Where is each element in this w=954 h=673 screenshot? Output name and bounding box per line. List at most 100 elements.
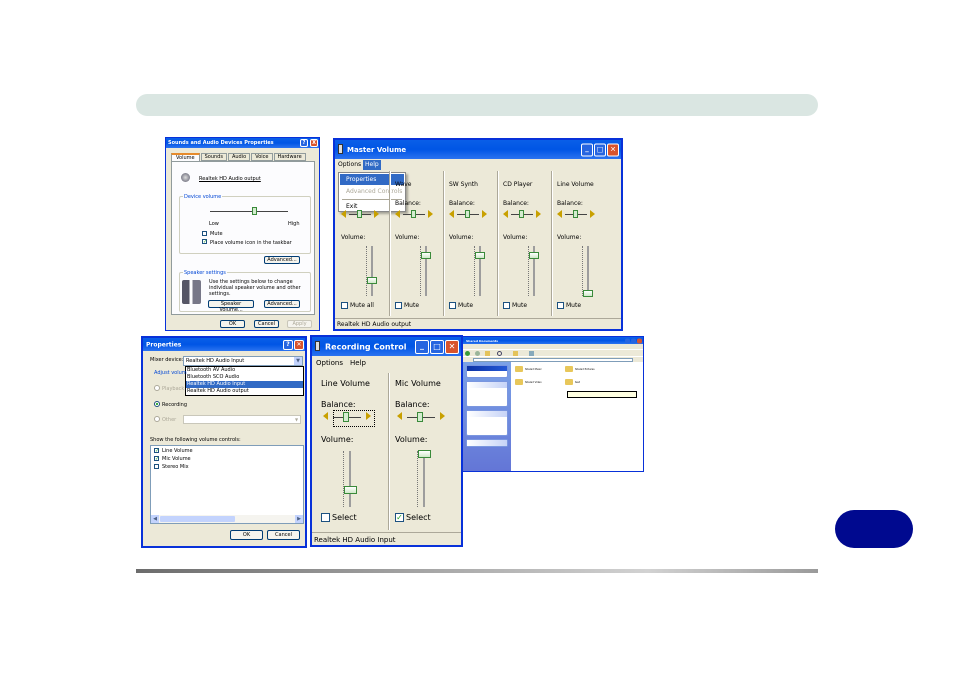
menu-options[interactable]: Options — [338, 159, 361, 171]
chevron-down-icon[interactable]: ▼ — [294, 357, 302, 365]
folder-shared-video[interactable]: Shared Video — [525, 381, 542, 384]
cancel-button[interactable]: Cancel — [267, 530, 300, 540]
volume-thumb[interactable] — [475, 252, 485, 259]
balance-thumb[interactable] — [411, 210, 416, 218]
tab-voice[interactable]: Voice — [251, 153, 273, 161]
folder-icon[interactable] — [565, 366, 573, 372]
volume-track[interactable] — [371, 246, 373, 296]
apply-button[interactable]: Apply — [287, 320, 312, 328]
option-realtek-output[interactable]: Realtek HD Audio output — [186, 388, 303, 395]
menu-help[interactable]: Help — [363, 160, 381, 170]
mute-checkbox[interactable] — [557, 302, 564, 309]
other-device-select[interactable]: ▼ — [183, 415, 301, 424]
speaker-left-icon — [397, 412, 402, 420]
help-button[interactable]: ? — [283, 339, 293, 350]
close-button[interactable]: ✕ — [607, 143, 619, 156]
horizontal-scrollbar[interactable]: ◀ ▶ — [151, 515, 303, 523]
maximize-button[interactable]: □ — [430, 339, 444, 354]
folder-test[interactable]: test — [575, 381, 580, 384]
minimize-button[interactable]: _ — [581, 143, 593, 156]
balance-thumb[interactable] — [357, 210, 362, 218]
tab-audio[interactable]: Audio — [227, 153, 251, 161]
cancel-button[interactable]: Cancel — [254, 320, 279, 328]
option-realtek-input[interactable]: Realtek HD Audio Input — [186, 381, 303, 388]
maximize-button[interactable]: □ — [594, 143, 606, 156]
panel-shared-docs — [466, 365, 508, 378]
menu-options[interactable]: Options — [316, 356, 343, 370]
speaker-volume-button[interactable]: Speaker Volume... — [208, 300, 254, 313]
control-checkbox[interactable] — [154, 464, 159, 469]
select-checkbox[interactable] — [321, 513, 330, 522]
balance-thumb[interactable] — [519, 210, 524, 218]
device-volume-thumb[interactable] — [252, 207, 257, 215]
playback-radio[interactable] — [154, 385, 160, 391]
volume-thumb[interactable] — [529, 252, 539, 259]
volume-label: Volume: — [341, 234, 366, 241]
other-radio[interactable] — [154, 416, 160, 422]
mute-checkbox[interactable] — [503, 302, 510, 309]
control-label: Mic Volume — [162, 456, 191, 462]
volume-track[interactable] — [349, 451, 351, 507]
balance-thumb[interactable] — [465, 210, 470, 218]
scroll-left-icon[interactable]: ◀ — [151, 515, 159, 523]
minimize-button[interactable] — [625, 338, 630, 343]
balance-thumb[interactable] — [573, 210, 578, 218]
select-label: Select — [332, 513, 357, 522]
status-text: Realtek HD Audio Input — [314, 536, 396, 544]
menu-separator — [342, 199, 402, 200]
folder-shared-pictures[interactable]: Shared Pictures — [575, 368, 595, 371]
maximize-button[interactable] — [631, 338, 636, 343]
volume-track[interactable] — [423, 451, 425, 507]
option-bluetooth-av[interactable]: Bluetooth AV Audio — [186, 367, 303, 374]
help-button[interactable]: ? — [300, 139, 308, 147]
volume-track[interactable] — [587, 246, 589, 296]
volume-label: Volume: — [449, 234, 474, 241]
folder-icon[interactable] — [515, 379, 523, 385]
info-tooltip — [567, 391, 637, 398]
tab-sounds[interactable]: Sounds — [200, 153, 227, 161]
speaker-settings-text: Use the settings below to change individ… — [209, 279, 301, 297]
volume-thumb[interactable] — [367, 277, 377, 284]
volume-thumb[interactable] — [344, 486, 357, 495]
ok-button[interactable]: OK — [220, 320, 245, 328]
other-label: Other — [162, 417, 177, 423]
select-checkbox[interactable]: ✓ — [395, 513, 404, 522]
speaker-settings-label: Speaker settings — [183, 270, 227, 276]
scroll-thumb[interactable] — [160, 516, 235, 522]
recording-radio[interactable] — [154, 401, 160, 407]
speaker-advanced-button[interactable]: Advanced... — [264, 300, 300, 308]
control-checkbox[interactable]: ✓ — [154, 448, 159, 454]
mute-checkbox[interactable] — [202, 231, 207, 236]
ok-button[interactable]: OK — [230, 530, 263, 540]
minimize-button[interactable]: _ — [415, 339, 429, 354]
place-icon-checkbox[interactable]: ✓ — [202, 239, 207, 245]
mixer-device-select[interactable]: Realtek HD Audio Input ▼ — [183, 356, 303, 366]
balance-thumb[interactable] — [417, 412, 423, 422]
mute-checkbox[interactable] — [449, 302, 456, 309]
mute-checkbox[interactable] — [395, 302, 402, 309]
volume-thumb[interactable] — [583, 289, 593, 297]
option-bluetooth-sco[interactable]: Bluetooth SCO Audio — [186, 374, 303, 381]
close-button[interactable]: ✕ — [294, 339, 304, 350]
folder-icon[interactable] — [515, 366, 523, 372]
column-label-sw-synth: SW Synth — [449, 181, 478, 188]
advanced-button[interactable]: Advanced... — [264, 256, 300, 264]
volume-label: Volume: — [395, 234, 420, 241]
folder-shared-music[interactable]: Shared Music — [525, 368, 542, 371]
close-button[interactable]: ✕ — [445, 339, 459, 354]
tab-hardware[interactable]: Hardware — [273, 153, 306, 161]
mute-checkbox[interactable] — [341, 302, 348, 309]
window-title: Properties — [146, 341, 182, 348]
volume-thumb[interactable] — [418, 449, 431, 458]
close-button[interactable] — [637, 338, 642, 343]
scroll-right-icon[interactable]: ▶ — [295, 515, 303, 523]
menu-help[interactable]: Help — [350, 356, 366, 370]
device-volume-track[interactable] — [210, 211, 288, 212]
window-title: Master Volume — [347, 145, 407, 154]
tab-volume[interactable]: Volume — [171, 153, 200, 161]
close-button[interactable]: X — [310, 139, 318, 147]
volume-thumb[interactable] — [421, 252, 431, 259]
chevron-down-icon[interactable]: ▼ — [293, 416, 300, 423]
control-checkbox[interactable]: ✓ — [154, 456, 159, 462]
folder-icon[interactable] — [565, 379, 573, 385]
